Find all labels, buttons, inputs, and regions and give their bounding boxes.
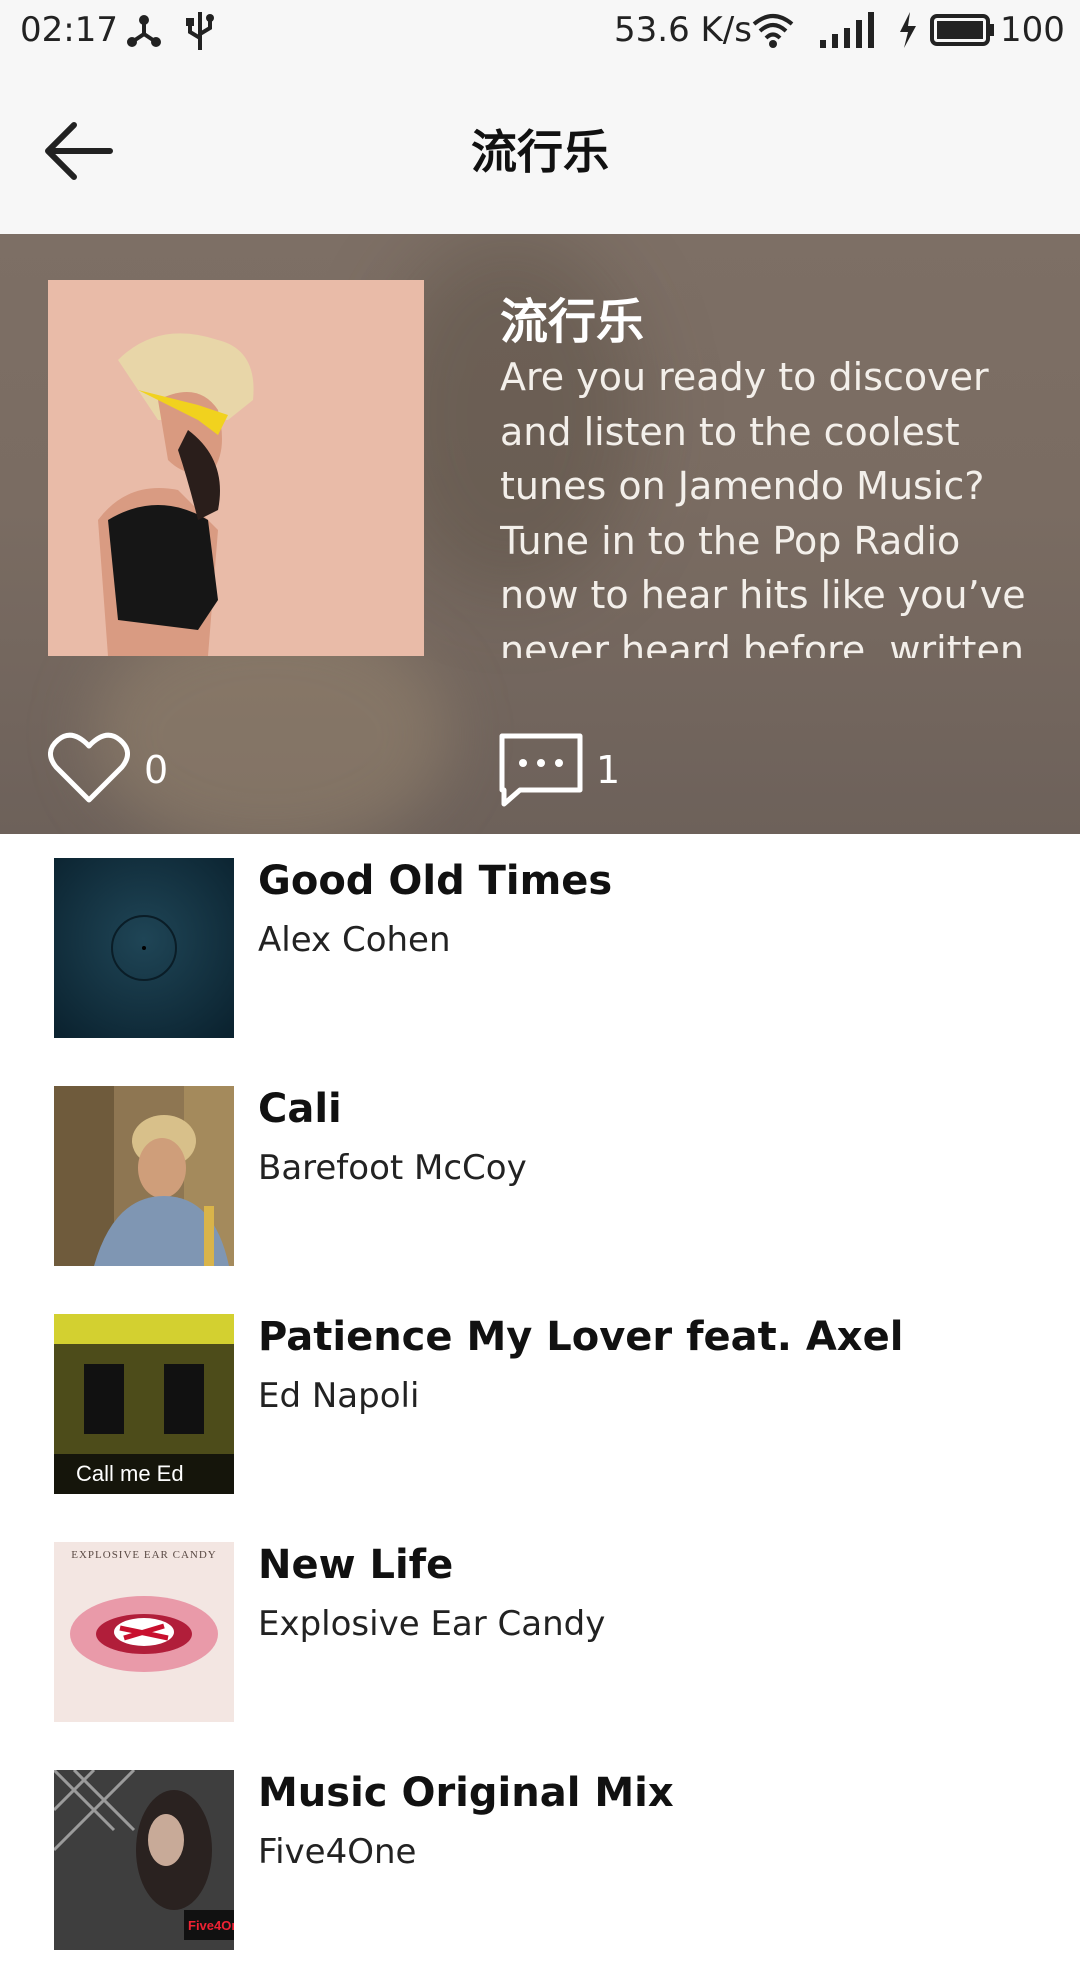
comment-icon[interactable] xyxy=(498,732,584,808)
track-title: Cali xyxy=(258,1086,342,1132)
like-count: 0 xyxy=(144,748,169,792)
status-bar: 02:17 53.6 K/s 100 xyxy=(0,0,1080,64)
cover-text: Five4One xyxy=(188,1918,234,1933)
track-item[interactable]: Call me Ed Patience My Lover feat. Axel … xyxy=(0,1290,1080,1518)
track-artist: Ed Napoli xyxy=(258,1376,420,1416)
status-speed: 53.6 K/s xyxy=(614,10,752,50)
comment-count: 1 xyxy=(596,748,621,792)
track-artist: Barefoot McCoy xyxy=(258,1148,527,1188)
track-item[interactable]: EXPLOSIVE EAR CANDY New Life Explosive E… xyxy=(0,1518,1080,1746)
track-title: Good Old Times xyxy=(258,858,613,904)
track-thumbnail: Call me Ed xyxy=(54,1314,234,1494)
track-title: Music Original Mix xyxy=(258,1770,674,1816)
track-item[interactable]: Cali Barefoot McCoy xyxy=(0,1062,1080,1290)
wifi-icon xyxy=(752,14,794,48)
battery-level: 100 xyxy=(1000,10,1065,50)
playlist-title: 流行乐 xyxy=(500,294,645,350)
track-thumbnail: EXPLOSIVE EAR CANDY xyxy=(54,1542,234,1722)
network-share-icon xyxy=(127,15,161,47)
battery-icon xyxy=(930,14,994,46)
track-title: New Life xyxy=(258,1542,454,1588)
page-title: 流行乐 xyxy=(471,125,609,179)
playlist-description: Are you ready to discover and listen to … xyxy=(500,355,1026,658)
track-artist: Alex Cohen xyxy=(258,920,451,960)
track-item[interactable]: Good Old Times Alex Cohen xyxy=(0,834,1080,1062)
usb-icon xyxy=(186,12,214,50)
app-bar: 流行乐 xyxy=(0,64,1080,234)
cover-text: EXPLOSIVE EAR CANDY xyxy=(71,1549,217,1561)
playlist-cover xyxy=(48,280,424,656)
heart-icon[interactable] xyxy=(48,730,130,804)
track-thumbnail: Five4One xyxy=(54,1770,234,1950)
signal-icon xyxy=(820,12,874,48)
track-thumbnail xyxy=(54,1086,234,1266)
track-artist: Explosive Ear Candy xyxy=(258,1604,606,1644)
playlist-header: 流行乐 Are you ready to discover and listen… xyxy=(0,234,1080,834)
track-thumbnail xyxy=(54,858,234,1038)
charging-icon xyxy=(900,12,916,48)
track-item[interactable]: Five4One Music Original Mix Five4One xyxy=(0,1746,1080,1974)
status-time: 02:17 xyxy=(20,10,118,50)
cover-text: Call me Ed xyxy=(76,1461,184,1486)
track-artist: Five4One xyxy=(258,1832,417,1872)
track-title: Patience My Lover feat. Axel xyxy=(258,1314,904,1360)
